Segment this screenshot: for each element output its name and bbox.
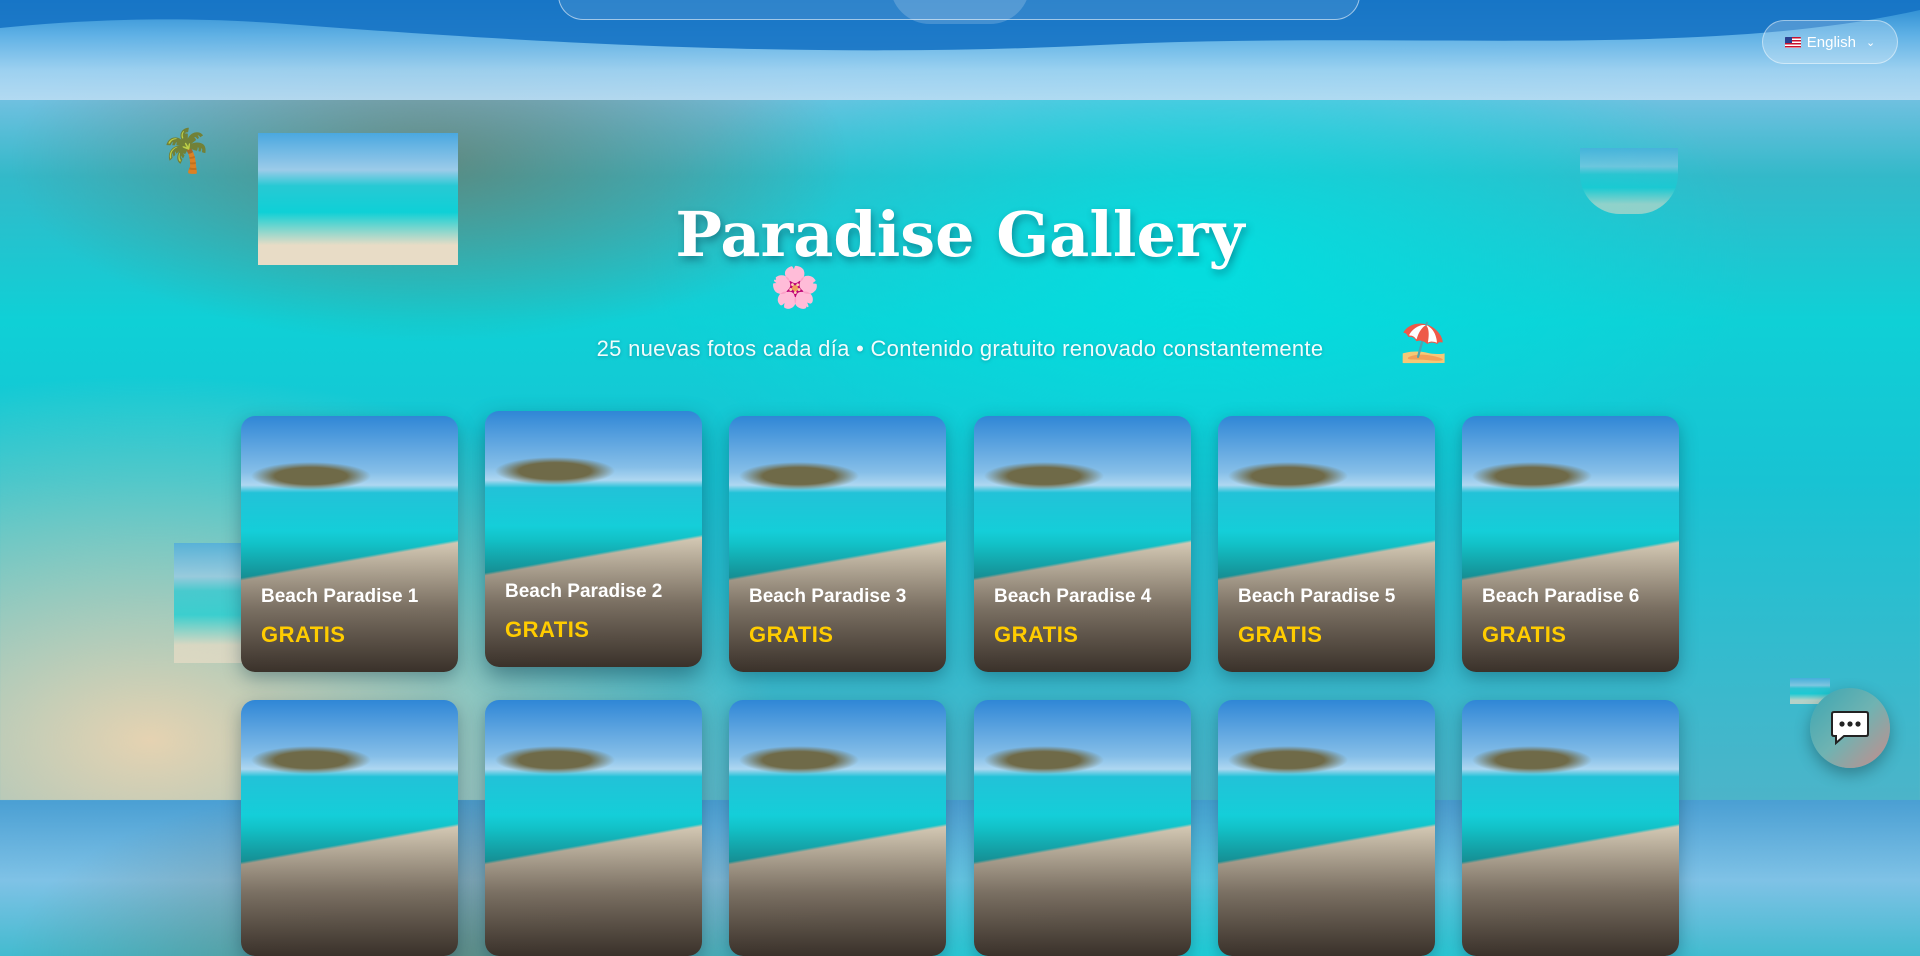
chat-button[interactable] [1810, 688, 1890, 768]
card-price: GRATIS [261, 622, 346, 647]
card-title: Beach Paradise 6 [1482, 586, 1640, 607]
card-title: Beach Paradise 3 [749, 586, 907, 607]
card-price: GRATIS [994, 622, 1079, 647]
gallery-card[interactable]: Beach Paradise 6 GRATIS [1462, 416, 1679, 672]
card-title: Beach Paradise 4 [994, 586, 1152, 607]
gallery-card[interactable] [485, 700, 702, 956]
gallery-card[interactable]: Beach Paradise 5 GRATIS [1218, 416, 1435, 672]
gallery-card[interactable] [241, 700, 458, 956]
us-flag-icon [1784, 36, 1801, 48]
palm-tree-icon: 🌴 [160, 127, 213, 174]
language-label: English [1806, 33, 1856, 51]
floating-photo-decoration [174, 543, 242, 663]
card-title: Beach Paradise 1 [261, 586, 419, 607]
page-subtitle: 25 nuevas fotos cada día • Contenido gra… [596, 336, 1324, 361]
gallery-card[interactable] [729, 700, 946, 956]
gallery-card[interactable]: Beach Paradise 1 GRATIS [241, 416, 458, 672]
card-title: Beach Paradise 5 [1238, 586, 1396, 607]
gallery-card[interactable]: Beach Paradise 3 GRATIS [729, 416, 946, 672]
gallery-card[interactable] [1462, 700, 1679, 956]
language-selector[interactable]: English ⌄ [1762, 20, 1898, 64]
card-price: GRATIS [505, 617, 590, 642]
gallery-card[interactable]: Beach Paradise 2 GRATIS [485, 411, 702, 667]
card-price: GRATIS [1238, 622, 1323, 647]
gallery-card[interactable]: Beach Paradise 4 GRATIS [974, 416, 1191, 672]
card-title: Beach Paradise 2 [505, 581, 663, 602]
chevron-down-icon: ⌄ [1865, 36, 1876, 49]
gallery-card[interactable] [1218, 700, 1435, 956]
flower-icon: 🌸 [770, 266, 820, 310]
page-title: Paradise Gallery [675, 198, 1245, 271]
card-price: GRATIS [749, 622, 834, 647]
gallery-card[interactable] [974, 700, 1191, 956]
card-price: GRATIS [1482, 622, 1567, 647]
chat-bubble-icon [1831, 711, 1869, 746]
